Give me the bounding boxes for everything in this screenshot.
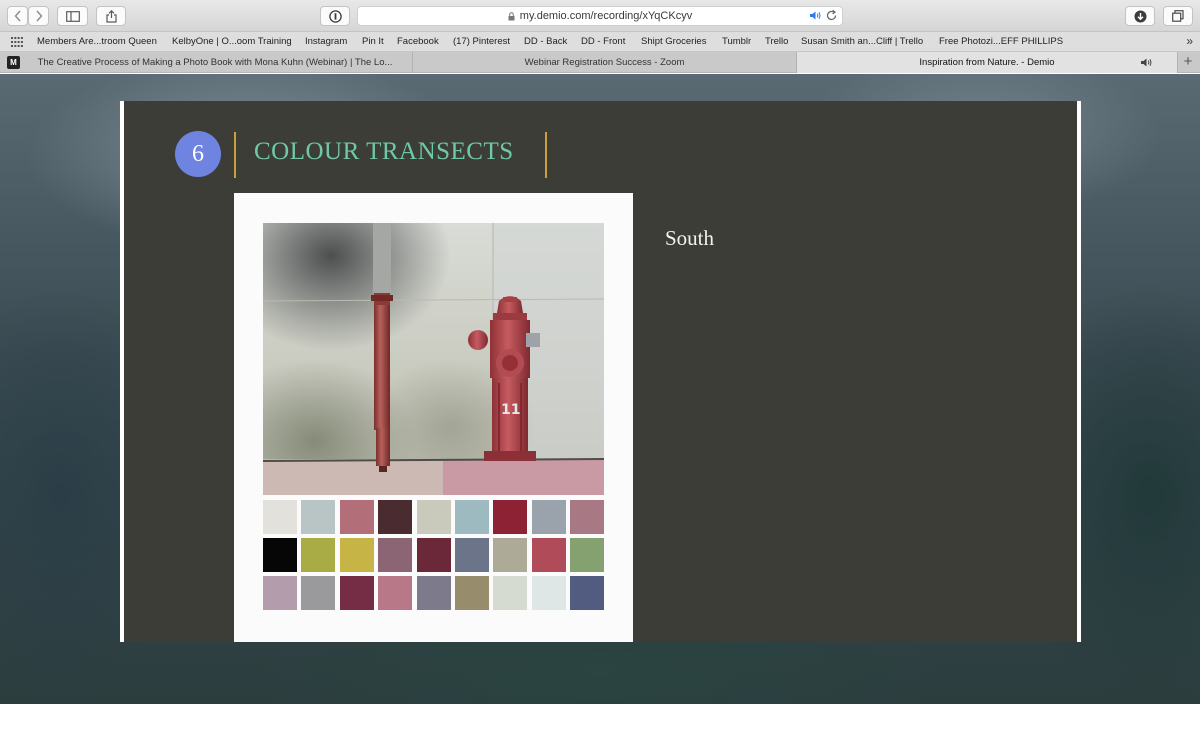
back-icon — [14, 10, 21, 22]
colour-swatch — [301, 576, 336, 610]
lock-icon — [508, 11, 515, 20]
colour-swatch — [454, 538, 489, 572]
colour-swatch — [301, 500, 336, 534]
colour-swatch — [531, 500, 566, 534]
privacy-icon — [328, 9, 342, 23]
colour-swatch — [493, 576, 528, 610]
colour-swatch — [493, 500, 528, 534]
downloads-button[interactable] — [1125, 6, 1155, 26]
page-footer-area — [0, 704, 1200, 750]
tab-label: Inspiration from Nature. - Demio — [919, 57, 1055, 68]
bookmark-item[interactable]: DD - Front — [581, 36, 625, 47]
tab-label: The Creative Process of Making a Photo B… — [37, 57, 393, 68]
back-button[interactable] — [7, 6, 28, 26]
tab-bar: M The Creative Process of Making a Photo… — [0, 52, 1200, 73]
bookmark-item[interactable]: KelbyOne | O...oom Training — [172, 36, 292, 47]
share-icon — [105, 9, 117, 23]
bookmark-item[interactable]: Shipt Groceries — [641, 36, 706, 47]
reload-icon[interactable] — [825, 9, 838, 22]
colour-swatch-grid — [263, 500, 605, 610]
privacy-report-button[interactable] — [320, 6, 350, 26]
colour-swatch — [570, 576, 605, 610]
colour-swatch — [531, 576, 566, 610]
browser-toolbar: my.demio.com/recording/xYqCKcyv — [0, 0, 1200, 32]
colour-swatch — [416, 538, 451, 572]
tab-favicon: M — [7, 56, 20, 69]
colour-swatch — [531, 538, 566, 572]
grid-icon[interactable] — [11, 37, 23, 47]
bookmark-item[interactable]: Trello — [765, 36, 788, 47]
tab[interactable]: M The Creative Process of Making a Photo… — [0, 52, 413, 73]
tab-overview-button[interactable] — [1163, 6, 1193, 26]
forward-icon — [35, 10, 42, 22]
colour-swatch — [378, 538, 413, 572]
slide-title: COLOUR TRANSECTS — [254, 138, 514, 165]
colour-swatch — [454, 576, 489, 610]
bookmark-item[interactable]: Facebook — [397, 36, 439, 47]
bookmark-item[interactable]: Susan Smith an...Cliff | Trello — [801, 36, 923, 47]
colour-swatch — [378, 500, 413, 534]
tabs-overview-icon — [1172, 10, 1184, 22]
colour-swatch — [416, 500, 451, 534]
fire-hydrant-photo: 11 — [263, 223, 604, 495]
bookmarks-bar: Members Are...troom Queen KelbyOne | O..… — [0, 32, 1200, 52]
tab-label: Webinar Registration Success - Zoom — [524, 57, 685, 68]
colour-swatch — [339, 500, 374, 534]
plus-icon[interactable]: + — [1180, 53, 1196, 70]
svg-text:11: 11 — [501, 402, 520, 418]
chevron-right-icon[interactable]: » — [1186, 34, 1193, 48]
colour-swatch — [570, 538, 605, 572]
direction-label: South — [665, 226, 715, 250]
bookmark-item[interactable]: Instagram — [305, 36, 347, 47]
colour-swatch — [454, 500, 489, 534]
bookmark-item[interactable]: Members Are...troom Queen — [37, 36, 157, 47]
colour-swatch — [493, 538, 528, 572]
speaker-icon[interactable] — [809, 10, 822, 21]
photo-card: 11 — [234, 193, 633, 642]
url-text: my.demio.com/recording/xYqCKcyv — [519, 10, 693, 22]
forward-button[interactable] — [28, 6, 49, 26]
bookmark-item[interactable]: Pin It — [362, 36, 384, 47]
sidebar-icon — [65, 10, 80, 22]
presentation-slide: 6 COLOUR TRANSECTS 11 South — [120, 101, 1081, 642]
bookmark-item[interactable]: Tumblr — [722, 36, 751, 47]
colour-swatch — [570, 500, 605, 534]
colour-swatch — [301, 538, 336, 572]
slide-number: 6 — [175, 131, 221, 177]
colour-swatch — [416, 576, 451, 610]
colour-swatch — [378, 576, 413, 610]
colour-swatch — [263, 500, 297, 534]
title-divider — [545, 132, 547, 178]
bookmark-item[interactable]: (17) Pinterest — [453, 36, 510, 47]
address-bar[interactable]: my.demio.com/recording/xYqCKcyv — [357, 6, 843, 26]
bookmark-item[interactable]: DD - Back — [524, 36, 567, 47]
colour-swatch — [263, 538, 297, 572]
title-divider — [234, 132, 236, 178]
bookmark-item[interactable]: Free Photozi...EFF PHILLIPS — [939, 36, 1063, 47]
tab[interactable]: Webinar Registration Success - Zoom — [413, 52, 797, 73]
tab-active[interactable]: Inspiration from Nature. - Demio — [797, 52, 1178, 73]
colour-swatch — [339, 576, 374, 610]
download-icon — [1134, 10, 1146, 22]
colour-swatch — [339, 538, 374, 572]
colour-swatch — [263, 576, 297, 610]
share-button[interactable] — [96, 6, 126, 26]
sidebar-button[interactable] — [57, 6, 88, 26]
speaker-icon[interactable] — [1140, 57, 1153, 68]
